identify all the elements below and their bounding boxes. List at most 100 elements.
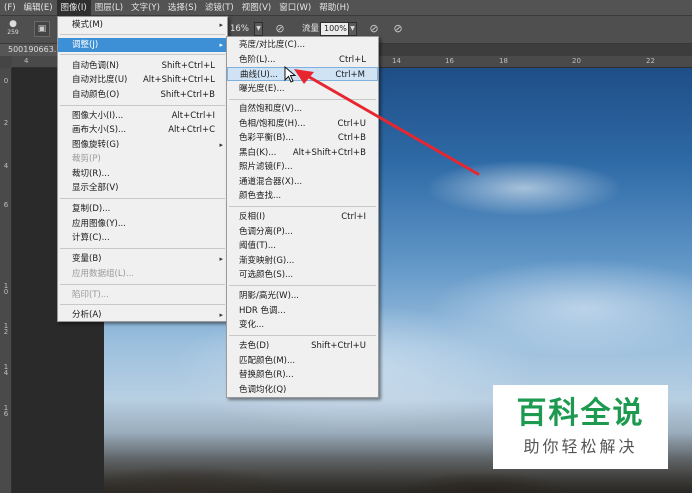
menu-item-label: 替换颜色(R)...: [239, 370, 294, 380]
menu-item-calculations[interactable]: 计算(C)...: [58, 231, 227, 245]
menu-item-shortcut: Shift+Ctrl+B: [160, 90, 215, 100]
menu-item-image-rotation[interactable]: 图像旋转(G) ▸: [58, 138, 227, 152]
menu-item-auto-color[interactable]: 自动颜色(O) Shift+Ctrl+B: [58, 88, 227, 102]
menu-item-label: 反相(I): [239, 212, 266, 222]
ruler-tick-label: 4: [3, 162, 9, 170]
menu-item-duplicate[interactable]: 复制(D)...: [58, 202, 227, 216]
submenu-arrow-icon: ▸: [219, 255, 223, 263]
menu-item-match-color[interactable]: 匹配颜色(M)...: [227, 354, 378, 368]
menu-item-label: 色调分离(P)...: [239, 227, 293, 237]
menu-item-label: 裁剪(P): [72, 154, 101, 164]
menu-item-label: 复制(D)...: [72, 204, 111, 214]
flow-dropdown-arrow[interactable]: ▼: [348, 22, 357, 36]
airbrush-icon[interactable]: ⊘: [366, 21, 382, 37]
menu-item-label: 黑白(K)...: [239, 148, 277, 158]
ruler-tick-label: 16: [3, 404, 9, 418]
menu-item-canvas-size[interactable]: 画布大小(S)... Alt+Ctrl+C: [58, 123, 227, 137]
ruler-tick-label: 4: [24, 57, 29, 65]
flow-input[interactable]: 100%: [320, 22, 351, 36]
opacity-dropdown-arrow[interactable]: ▼: [254, 22, 263, 36]
menu-item-label: 色彩平衡(B)...: [239, 133, 294, 143]
menu-item-label: 应用数据组(L)...: [72, 269, 134, 279]
flow-label: 流量:: [302, 24, 322, 34]
menu-item-desaturate[interactable]: 去色(D) Shift+Ctrl+U: [227, 339, 378, 353]
menu-item-threshold[interactable]: 阈值(T)...: [227, 239, 378, 253]
menu-item-label: 色阶(L)...: [239, 55, 276, 65]
menu-item-apply-data-set[interactable]: 应用数据组(L)...: [58, 267, 227, 281]
menu-item-variations[interactable]: 变化...: [227, 318, 378, 332]
menu-type[interactable]: 文字(Y): [127, 0, 164, 16]
menu-item-label: 去色(D): [239, 341, 270, 351]
menu-item-shortcut: Alt+Ctrl+I: [171, 111, 215, 121]
menu-select[interactable]: 选择(S): [164, 0, 201, 16]
menu-item-label: 颜色查找...: [239, 191, 282, 201]
menu-item-adjustments[interactable]: 调整(J) ▸: [58, 38, 227, 52]
menu-item-shadows-highlights[interactable]: 阴影/高光(W)...: [227, 289, 378, 303]
menu-item-shortcut: Ctrl+L: [339, 55, 366, 65]
pressure-size-icon[interactable]: ⊘: [390, 21, 406, 37]
menu-item-variables[interactable]: 变量(B) ▸: [58, 252, 227, 266]
menu-item-label: 显示全部(V): [72, 183, 119, 193]
menu-item-gradient-map[interactable]: 渐变映射(G)...: [227, 254, 378, 268]
menu-item-hdr-toning[interactable]: HDR 色调...: [227, 304, 378, 318]
menu-item-label: 曝光度(E)...: [239, 84, 285, 94]
menu-item-label: 分析(A): [72, 310, 102, 320]
menu-item-label: 图像旋转(G): [72, 140, 120, 150]
ruler-tick-label: 22: [646, 57, 655, 65]
menu-layer[interactable]: 图层(L): [91, 0, 127, 16]
ruler-corner[interactable]: [0, 56, 12, 68]
ruler-vertical[interactable]: 0 2 4 6 10 12 14 16: [0, 68, 12, 493]
menu-item-apply-image[interactable]: 应用图像(Y)...: [58, 217, 227, 231]
menu-item-analysis[interactable]: 分析(A) ▸: [58, 308, 227, 322]
submenu-arrow-icon: ▸: [219, 41, 223, 49]
menu-item-trim[interactable]: 裁切(R)...: [58, 167, 227, 181]
submenu-arrow-icon: ▸: [219, 311, 223, 319]
menu-item-label: 图像大小(I)...: [72, 111, 124, 121]
brush-preset-picker[interactable]: ● 259: [2, 19, 24, 41]
menu-item-reveal-all[interactable]: 显示全部(V): [58, 181, 227, 195]
menu-item-shortcut: Shift+Ctrl+U: [311, 341, 366, 351]
menu-view[interactable]: 视图(V): [238, 0, 275, 16]
document-tab[interactable]: 500190663.: [0, 44, 65, 56]
submenu-arrow-icon: ▸: [219, 141, 223, 149]
menu-item-shortcut: Shift+Ctrl+L: [161, 61, 215, 71]
menu-filter[interactable]: 滤镜(T): [201, 0, 238, 16]
ruler-tick-label: 12: [3, 322, 9, 336]
menu-item-color-lookup[interactable]: 颜色查找...: [227, 189, 378, 203]
ruler-tick-label: 18: [499, 57, 508, 65]
opacity-value[interactable]: 16%: [230, 22, 249, 36]
menu-item-label: 可选颜色(S)...: [239, 270, 294, 280]
pressure-opacity-icon[interactable]: ⊘: [272, 21, 288, 37]
menu-help[interactable]: 帮助(H): [315, 0, 353, 16]
ruler-tick-label: 14: [3, 363, 9, 377]
image-menu: 模式(M) ▸ 调整(J) ▸ 自动色调(N) Shift+Ctrl+L 自动对…: [57, 16, 228, 322]
menu-item-equalize[interactable]: 色调均化(Q): [227, 383, 378, 397]
menu-item-label: 裁切(R)...: [72, 169, 110, 179]
menu-window[interactable]: 窗口(W): [275, 0, 315, 16]
menu-item-mode[interactable]: 模式(M) ▸: [58, 18, 227, 32]
menu-item-label: 色调均化(Q): [239, 385, 287, 395]
menu-item-crop[interactable]: 裁剪(P): [58, 152, 227, 166]
brush-panel-toggle-icon[interactable]: ▣: [34, 21, 50, 37]
menu-image[interactable]: 图像(I): [56, 0, 91, 16]
menu-item-brightness-contrast[interactable]: 亮度/对比度(C)...: [227, 38, 378, 52]
menu-item-levels[interactable]: 色阶(L)... Ctrl+L: [227, 53, 378, 67]
menu-item-posterize[interactable]: 色调分离(P)...: [227, 225, 378, 239]
menu-file[interactable]: (F): [0, 0, 20, 16]
menu-item-replace-color[interactable]: 替换颜色(R)...: [227, 368, 378, 382]
watermark-title: 百科全说: [516, 396, 645, 431]
menu-edit[interactable]: 编辑(E): [20, 0, 57, 16]
menu-item-auto-contrast[interactable]: 自动对比度(U) Alt+Shift+Ctrl+L: [58, 73, 227, 87]
ruler-tick-label: 20: [572, 57, 581, 65]
menu-separator: [60, 304, 225, 305]
menu-item-invert[interactable]: 反相(I) Ctrl+I: [227, 210, 378, 224]
menu-item-image-size[interactable]: 图像大小(I)... Alt+Ctrl+I: [58, 109, 227, 123]
menu-item-label: 模式(M): [72, 20, 103, 30]
menu-item-label: 渐变映射(G)...: [239, 256, 295, 266]
menu-item-auto-tone[interactable]: 自动色调(N) Shift+Ctrl+L: [58, 59, 227, 73]
menu-item-trap[interactable]: 陷印(T)...: [58, 288, 227, 302]
watermark-subtitle: 助你轻松解决: [523, 437, 638, 456]
menu-item-label: 变量(B): [72, 254, 102, 264]
menu-item-label: 自动色调(N): [72, 61, 119, 71]
menu-item-selective-color[interactable]: 可选颜色(S)...: [227, 268, 378, 282]
